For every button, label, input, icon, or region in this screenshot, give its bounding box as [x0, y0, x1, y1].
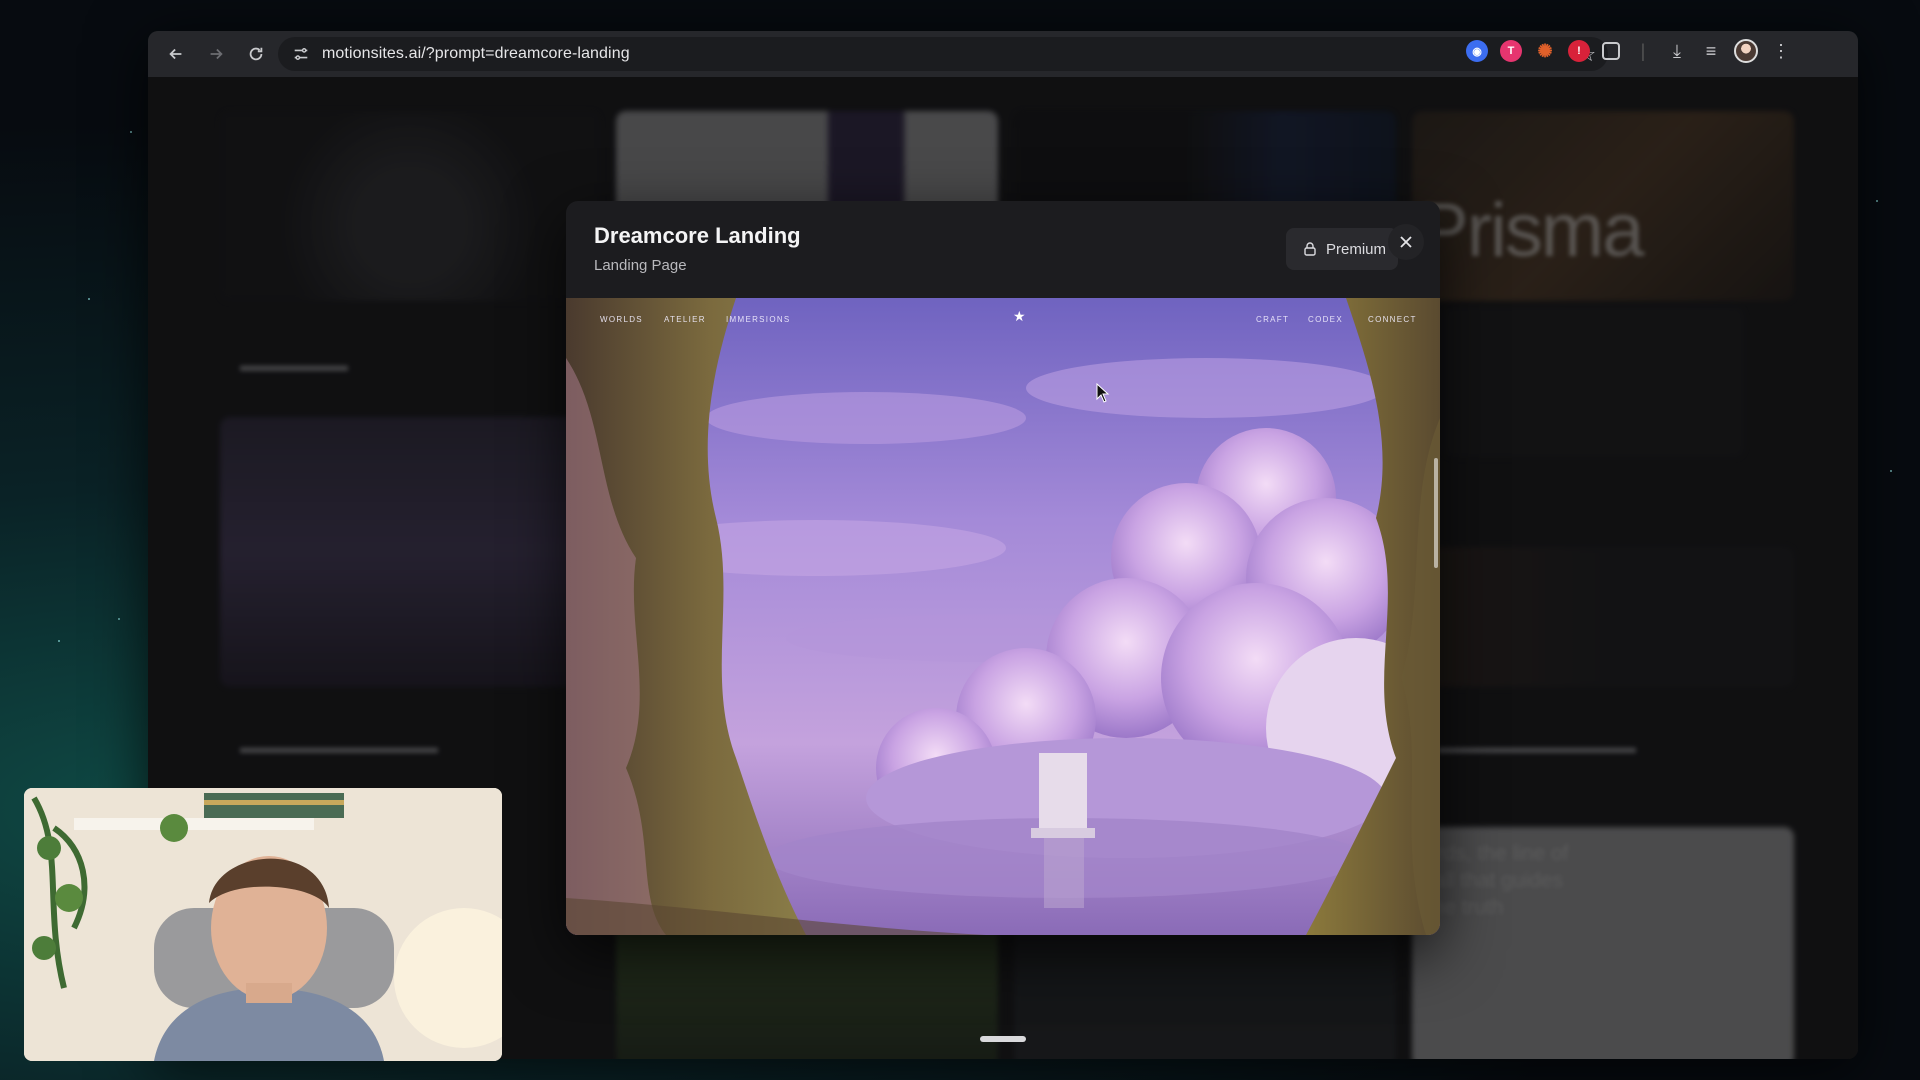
background-star	[88, 298, 90, 300]
menu-kebab-icon[interactable]: ⋮	[1770, 41, 1792, 62]
preview-nav-worlds: WORLDS	[600, 315, 643, 324]
pink-extension-icon[interactable]: T	[1500, 40, 1522, 62]
modal-subtitle: Landing Page	[594, 257, 687, 274]
dreamcore-preview-image	[566, 298, 1440, 935]
preview-nav-immersions: IMMERSIONS	[726, 315, 791, 324]
reload-icon	[249, 47, 263, 61]
address-bar[interactable]: motionsites.ai/?prompt=dreamcore-landing…	[278, 37, 1608, 71]
orange-extension-icon[interactable]: ✺	[1534, 40, 1556, 62]
preview-nav-atelier: ATELIER	[664, 315, 706, 324]
site-info-icon[interactable]	[288, 41, 314, 67]
preview-modal: Dreamcore Landing Landing Page Premium W…	[566, 201, 1440, 935]
reload-button[interactable]	[236, 34, 276, 74]
preview-nav-codex: CODEX	[1308, 315, 1343, 324]
preview-logo-star-icon: ★	[1013, 308, 1026, 324]
landing-preview[interactable]: WORLDS ATELIER IMMERSIONS ★ CRAFT CODEX …	[566, 298, 1440, 935]
red-extension-icon[interactable]: !	[1568, 40, 1590, 62]
download-icon[interactable]: ⤓	[1666, 41, 1688, 62]
extensions-bar: ◉ T ✺ ! | ⤓ ≡ ⋮	[1466, 39, 1792, 63]
premium-button[interactable]: Premium	[1286, 228, 1398, 270]
preview-nav-craft: CRAFT	[1256, 315, 1290, 324]
close-button[interactable]	[1388, 224, 1424, 260]
blue-extension-icon[interactable]: ◉	[1466, 40, 1488, 62]
premium-label: Premium	[1326, 240, 1387, 258]
modal-title: Dreamcore Landing	[594, 223, 801, 248]
mouse-cursor-icon	[1096, 383, 1110, 403]
background-star	[130, 131, 132, 133]
back-button[interactable]	[156, 34, 196, 74]
preview-nav-connect: CONNECT	[1368, 315, 1417, 324]
forward-button[interactable]	[196, 34, 236, 74]
arrow-right-icon	[210, 48, 223, 60]
lock-icon	[1304, 242, 1316, 256]
background-star	[1876, 200, 1878, 202]
url-text[interactable]: motionsites.ai/?prompt=dreamcore-landing	[322, 45, 630, 63]
webcam-overlay	[24, 788, 502, 1061]
drag-handle[interactable]	[980, 1036, 1026, 1042]
presenter-video	[24, 788, 502, 1061]
media-control-icon[interactable]: ≡	[1700, 41, 1722, 62]
profile-avatar[interactable]	[1734, 39, 1758, 63]
background-star	[118, 618, 120, 620]
browser-toolbar: motionsites.ai/?prompt=dreamcore-landing…	[148, 31, 1858, 77]
arrow-left-icon	[169, 48, 182, 60]
preview-scrollbar[interactable]	[1434, 458, 1438, 568]
background-star	[58, 640, 60, 642]
close-icon	[1400, 236, 1412, 248]
background-star	[1890, 470, 1892, 472]
extensions-puzzle-icon[interactable]	[1602, 42, 1620, 60]
